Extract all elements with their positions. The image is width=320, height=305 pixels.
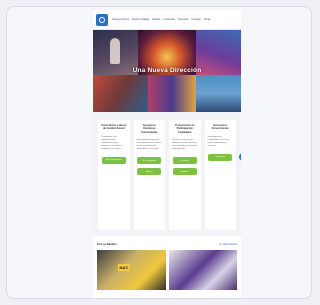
site-logo[interactable] (96, 13, 108, 26)
hero-photo-4 (93, 75, 148, 112)
nav-item-about[interactable]: Quiénes Somos (112, 18, 129, 21)
news-header: En Los Medios Ver Más Noticias (97, 242, 237, 246)
hero-photo-5 (148, 75, 196, 112)
news-title: En Los Medios (97, 242, 117, 246)
feature-button[interactable]: Aplicar (137, 168, 162, 176)
news-more-link[interactable]: Ver Más Noticias (219, 243, 237, 246)
feature-body: Creamos espacios de diálogo y acción col… (172, 139, 198, 151)
news-card[interactable]: NAC (97, 250, 166, 290)
nav-item-work[interactable]: Nuestro Trabajo (132, 18, 149, 21)
nav-item-resources[interactable]: Recursos (178, 18, 188, 21)
hero-banner: Una Nueva Dirección (93, 30, 241, 112)
features-section: Conectamos Líderes de Cambio Social Trab… (93, 112, 241, 236)
news-card[interactable] (168, 250, 237, 290)
feature-button[interactable]: Eventos (172, 168, 197, 176)
hero-photo-6 (196, 75, 241, 112)
help-icon[interactable]: ? (239, 153, 241, 161)
feature-card: Apoyamos Iniciativas Comunitarias Financ… (133, 120, 165, 230)
hero-person (110, 38, 120, 64)
preview-card: Quiénes Somos Nuestro Trabajo Noticias I… (6, 6, 312, 299)
feature-body: Investigamos y compartimos recursos para… (207, 135, 230, 147)
nav-item-news[interactable]: Noticias (152, 18, 161, 21)
feature-body: Trabajamos con organizaciones comunitari… (101, 135, 123, 150)
nav-item-get-involved[interactable]: Involúcrate (164, 18, 176, 21)
feature-title: Promovemos la Participación Ciudadana (175, 124, 195, 134)
news-section: En Los Medios Ver Más Noticias NAC (93, 236, 241, 290)
nav-items: Quiénes Somos Nuestro Trabajo Noticias I… (112, 18, 238, 21)
news-row: NAC (97, 250, 237, 290)
website-page: Quiénes Somos Nuestro Trabajo Noticias I… (93, 10, 241, 298)
feature-button[interactable]: Participa (172, 157, 197, 165)
feature-body: Financiamos proyectos que promueven la j… (136, 139, 162, 151)
feature-card: Promovemos la Participación Ciudadana Cr… (169, 120, 201, 230)
nav-item-donate[interactable]: Donar (204, 18, 211, 21)
feature-title: Generamos Conocimiento (211, 124, 229, 131)
news-card-label: NAC (117, 264, 131, 271)
nav-item-contact[interactable]: Contacto (191, 18, 201, 21)
feature-button[interactable]: Más Información (101, 156, 126, 164)
logo-icon (99, 16, 105, 23)
feature-card: Conectamos Líderes de Cambio Social Trab… (98, 120, 130, 230)
feature-title: Apoyamos Iniciativas Comunitarias (140, 124, 158, 134)
feature-title: Conectamos Líderes de Cambio Social (101, 124, 127, 131)
feature-card: Generamos Conocimiento Investigamos y co… (204, 120, 236, 230)
feature-button[interactable]: Ver Proyectos (137, 157, 162, 165)
hero-title: Una Nueva Dirección (132, 67, 202, 74)
feature-button[interactable]: Recursos (208, 153, 233, 161)
top-nav: Quiénes Somos Nuestro Trabajo Noticias I… (93, 10, 241, 30)
